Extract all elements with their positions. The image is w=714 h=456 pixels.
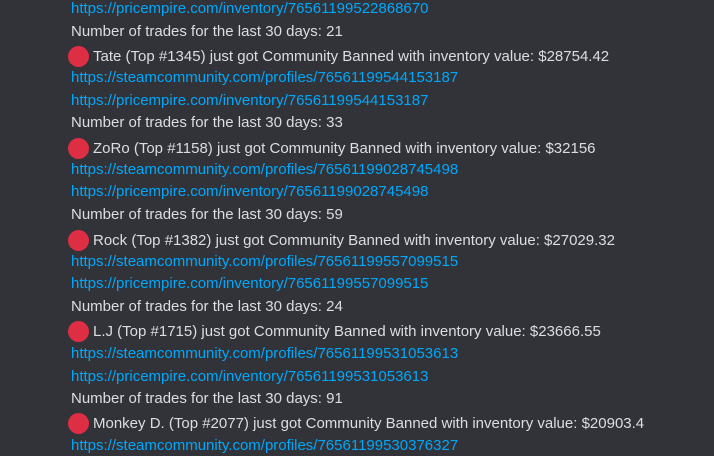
trades-count-text: Number of trades for the last 30 days: 9… xyxy=(71,390,343,407)
ban-text: L.J (Top #1715) just got Community Banne… xyxy=(93,323,601,340)
ban-announcement: L.J (Top #1715) just got Community Banne… xyxy=(68,320,601,343)
red-circle-icon xyxy=(68,230,89,251)
ban-announcement: Monkey D. (Top #2077) just got Community… xyxy=(68,412,644,435)
ban-announcement: ZoRo (Top #1158) just got Community Bann… xyxy=(68,137,596,160)
profile-link[interactable]: https://steamcommunity.com/profiles/7656… xyxy=(71,434,458,456)
ban-text: Monkey D. (Top #2077) just got Community… xyxy=(93,415,645,432)
ban-text: Tate (Top #1345) just got Community Bann… xyxy=(93,48,610,65)
trades-count-text: Number of trades for the last 30 days: 3… xyxy=(71,114,343,131)
inventory-link[interactable]: https://pricempire.com/inventory/7656119… xyxy=(71,272,428,295)
red-circle-icon xyxy=(68,321,89,342)
ban-announcement: Rock (Top #1382) just got Community Bann… xyxy=(68,229,615,252)
trades-count-text: Number of trades for the last 30 days: 2… xyxy=(71,298,343,315)
trades-count-text: Number of trades for the last 30 days: 2… xyxy=(71,23,343,40)
profile-link[interactable]: https://steamcommunity.com/profiles/7656… xyxy=(71,342,458,365)
inventory-link[interactable]: https://pricempire.com/inventory/7656119… xyxy=(71,0,428,20)
inventory-link[interactable]: https://pricempire.com/inventory/7656119… xyxy=(71,180,428,203)
trades-count-text: Number of trades for the last 30 days: 5… xyxy=(71,206,343,223)
red-circle-icon xyxy=(68,138,89,159)
red-circle-icon xyxy=(68,46,89,67)
profile-link[interactable]: https://steamcommunity.com/profiles/7656… xyxy=(71,66,458,89)
profile-link[interactable]: https://steamcommunity.com/profiles/7656… xyxy=(71,250,458,273)
inventory-link[interactable]: https://pricempire.com/inventory/7656119… xyxy=(71,89,428,112)
ban-announcement: Tate (Top #1345) just got Community Bann… xyxy=(68,45,609,68)
ban-text: Rock (Top #1382) just got Community Bann… xyxy=(93,232,615,249)
inventory-link[interactable]: https://pricempire.com/inventory/7656119… xyxy=(71,365,428,388)
profile-link[interactable]: https://steamcommunity.com/profiles/7656… xyxy=(71,158,458,181)
message-content: https://pricempire.com/inventory/7656119… xyxy=(0,0,714,456)
red-circle-icon xyxy=(68,413,89,434)
ban-text: ZoRo (Top #1158) just got Community Bann… xyxy=(93,140,596,157)
